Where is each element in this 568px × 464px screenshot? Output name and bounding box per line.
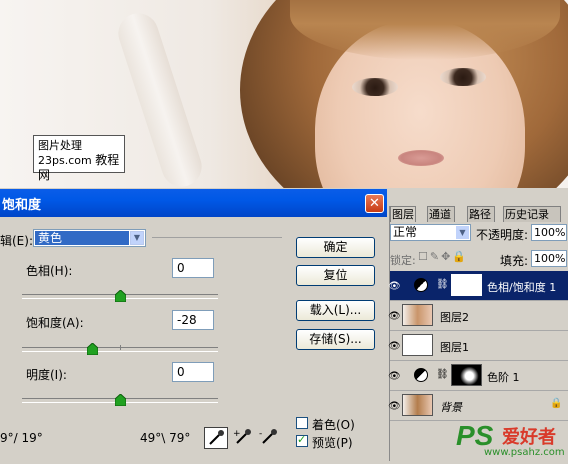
chain-icon: ⛓ <box>436 369 449 380</box>
layer-name: 背景 <box>440 401 462 414</box>
hue-input[interactable]: 0 <box>172 258 214 278</box>
eyedropper-minus-icon[interactable]: - <box>258 427 282 449</box>
chevron-down-icon[interactable]: ▼ <box>130 231 144 245</box>
eye-icon[interactable]: 👁 <box>388 371 401 382</box>
svg-text:+: + <box>233 429 241 439</box>
reset-button[interactable]: 复位 <box>296 265 375 286</box>
logo-url: www.psahz.com <box>484 447 565 458</box>
canvas-photo: 图片处理 23ps.com 教程网 <box>0 0 568 188</box>
saturation-center-tick <box>120 345 121 350</box>
photo-eye-right <box>440 68 486 86</box>
blend-mode-value: 正常 <box>393 225 418 239</box>
eyedropper-plus-icon[interactable]: + <box>232 427 256 449</box>
eye-icon[interactable]: 👁 <box>388 311 401 322</box>
eyedropper-icon[interactable] <box>204 427 228 449</box>
lightness-slider-thumb[interactable] <box>114 394 126 406</box>
preview-checkbox[interactable] <box>296 433 308 447</box>
hue-slider-thumb[interactable] <box>114 290 126 302</box>
layer-row-layer1[interactable]: 👁 图层1 <box>388 331 568 361</box>
opacity-label: 不透明度: <box>476 228 529 242</box>
photo-eye-left <box>352 78 398 96</box>
layer-row-hue-saturation[interactable]: 👁 ⛓ 色相/饱和度 1 <box>388 271 568 301</box>
edit-label: 辑(E): <box>0 234 33 248</box>
layer-name: 色相/饱和度 1 <box>487 281 557 294</box>
chevron-down-icon[interactable]: ▼ <box>456 226 469 239</box>
fill-label: 填充: <box>500 254 529 268</box>
watermark-line1: 图片处理 <box>38 139 82 152</box>
edit-select-value: 黄色 <box>35 231 129 245</box>
saturation-input[interactable]: -28 <box>172 310 214 330</box>
tab-history[interactable]: 历史记录 <box>503 206 561 222</box>
watermark: 图片处理 23ps.com 教程网 <box>33 135 125 182</box>
dialog-title: 饱和度 <box>2 198 42 213</box>
layer-thumbnail <box>402 334 433 356</box>
eye-icon[interactable]: 👁 <box>388 341 401 352</box>
lightness-input[interactable]: 0 <box>172 362 214 382</box>
tab-channels[interactable]: 通道 <box>427 206 455 222</box>
preview-label: 预览(P) <box>312 436 353 450</box>
eye-icon[interactable]: 👁 <box>388 281 401 292</box>
range-right-readout: 49°\ 79° <box>140 431 191 445</box>
layer-mask-thumbnail <box>451 364 482 386</box>
tab-layers[interactable]: 图层 <box>390 206 416 222</box>
svg-text:-: - <box>259 429 262 439</box>
tab-paths[interactable]: 路径 <box>467 206 495 222</box>
lock-icon: 🔒 <box>550 398 563 409</box>
lightness-label: 明度(I): <box>26 368 67 382</box>
saturation-label: 饱和度(A): <box>26 316 84 330</box>
layer-mask-thumbnail <box>451 274 482 296</box>
watermark-line2: 23ps.com <box>38 154 92 167</box>
logo-brand: 爱好者 <box>502 427 556 448</box>
lock-icons[interactable]: ☐✎✥🔒 <box>418 250 468 263</box>
opacity-input[interactable]: 100% <box>531 224 567 241</box>
range-left-readout: 9°/ 19° <box>0 431 43 445</box>
layer-thumbnail <box>402 304 433 326</box>
lock-label: 锁定: <box>390 254 416 267</box>
hue-label: 色相(H): <box>26 264 73 278</box>
eye-icon[interactable]: 👁 <box>388 401 401 412</box>
load-button[interactable]: 载入(L)... <box>296 300 375 321</box>
chain-icon: ⛓ <box>436 279 449 290</box>
fill-input[interactable]: 100% <box>531 250 567 267</box>
panel-tabs: 图层 通道 路径 历史记录 <box>390 206 568 222</box>
layer-thumbnail <box>402 394 433 416</box>
close-button[interactable]: ✕ <box>365 194 384 213</box>
group-divider <box>152 237 282 238</box>
site-logo: PS 爱好者 www.psahz.com <box>454 415 568 461</box>
layer-row-layer2[interactable]: 👁 图层2 <box>388 301 568 331</box>
ok-button[interactable]: 确定 <box>296 237 375 258</box>
layer-name: 图层1 <box>440 341 469 354</box>
dialog-titlebar[interactable]: 饱和度 ✕ <box>0 189 387 217</box>
adjustment-icon <box>414 278 428 292</box>
edit-select[interactable]: 黄色 ▼ <box>33 229 146 247</box>
colorize-checkbox[interactable] <box>296 417 308 429</box>
save-button[interactable]: 存储(S)... <box>296 329 375 350</box>
colorize-label: 着色(O) <box>312 418 355 432</box>
photo-lips <box>398 150 444 166</box>
saturation-slider-thumb[interactable] <box>87 343 99 355</box>
adjustment-icon <box>414 368 428 382</box>
hue-saturation-dialog: 饱和度 ✕ 辑(E): 黄色 ▼ 色相(H): 0 饱和度(A): -28 明度… <box>0 189 387 461</box>
blend-mode-select[interactable]: 正常 ▼ <box>390 224 471 241</box>
layer-row-levels[interactable]: 👁 ⛓ 色阶 1 <box>388 361 568 391</box>
layer-name: 色阶 1 <box>487 371 520 384</box>
layer-name: 图层2 <box>440 311 469 324</box>
